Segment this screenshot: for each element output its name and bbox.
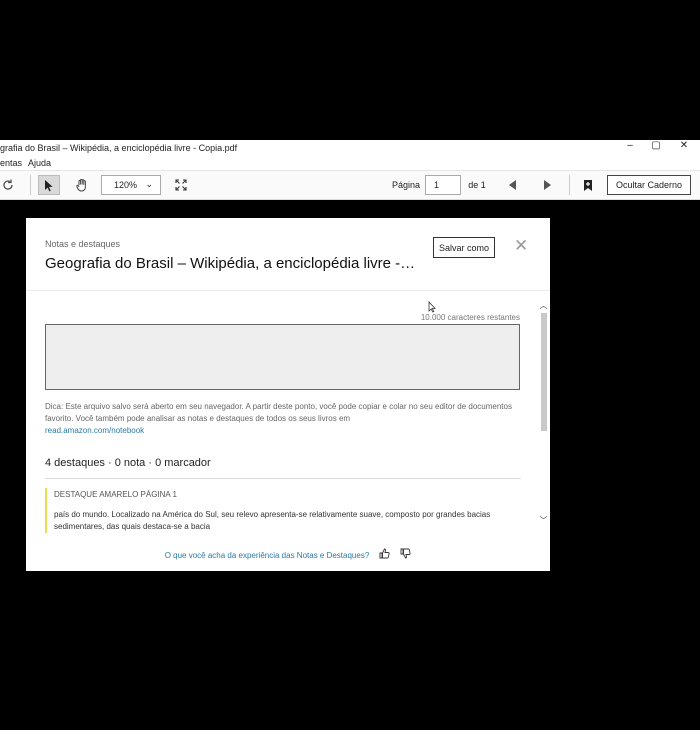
toolbar-separator	[30, 175, 31, 195]
zoom-value: 120%	[114, 180, 138, 190]
fit-to-window-button[interactable]	[171, 175, 191, 195]
bookmark-plus-icon	[584, 179, 592, 191]
mouse-cursor-icon	[428, 301, 436, 313]
select-tool-button[interactable]	[38, 175, 60, 195]
rotate-button[interactable]	[0, 175, 16, 195]
expand-icon	[175, 179, 187, 191]
highlight-label: DESTAQUE AMARELO PÁGINA 1	[54, 490, 177, 499]
panel-section-label: Notas e destaques	[45, 239, 121, 249]
notes-highlights-panel: Notas e destaques Geografia do Brasil – …	[26, 218, 550, 571]
panel-divider	[26, 290, 550, 291]
thumbs-up-icon[interactable]	[379, 548, 390, 562]
scroll-up-icon[interactable]: ︿	[539, 300, 548, 311]
toolbar: 120% ⌄ Página 1 de 1 Ocultar Caderno	[0, 170, 700, 200]
triangle-left-icon	[509, 180, 516, 190]
close-window-button[interactable]: ✕	[677, 140, 691, 151]
bookmark-button[interactable]	[579, 175, 597, 195]
page-number-input[interactable]: 1	[425, 175, 461, 195]
next-page-button[interactable]	[539, 175, 555, 195]
previous-page-button[interactable]	[505, 175, 521, 195]
cursor-arrow-icon	[45, 179, 53, 191]
page-label: Página	[391, 180, 421, 190]
title-bar: grafia do Brasil – Wikipédia, a enciclop…	[0, 140, 700, 155]
hand-icon	[75, 178, 86, 192]
notebook-link[interactable]: read.amazon.com/notebook	[45, 426, 144, 435]
tip-text: Dica: Este arquivo salvo será aberto em …	[45, 401, 515, 437]
rotate-icon	[3, 179, 13, 190]
feedback-question: O que você acha da experiência das Notas…	[164, 550, 370, 560]
pan-tool-button[interactable]	[71, 175, 93, 195]
zoom-select[interactable]: 120% ⌄	[101, 175, 161, 195]
window-title: grafia do Brasil – Wikipédia, a enciclop…	[0, 143, 238, 153]
maximize-button[interactable]: ▢	[649, 140, 663, 151]
triangle-right-icon	[544, 180, 551, 190]
note-textarea[interactable]	[45, 324, 520, 390]
highlight-color-bar	[45, 488, 47, 533]
toolbar-separator	[569, 175, 570, 195]
panel-title: Geografia do Brasil – Wikipédia, a encic…	[45, 255, 416, 272]
feedback-row: O que você acha da experiência das Notas…	[26, 548, 550, 562]
close-icon[interactable]: ✕	[514, 236, 528, 256]
menu-item-ferramentas[interactable]: entas	[0, 158, 22, 168]
page-count: de 1	[468, 180, 486, 190]
menu-bar: entas Ajuda	[0, 155, 700, 169]
scroll-down-icon[interactable]: ﹀	[539, 515, 548, 526]
characters-remaining: 10.000 caracteres restantes	[420, 313, 520, 322]
counts-divider	[45, 478, 521, 479]
thumbs-down-icon[interactable]	[400, 548, 411, 562]
tip-body: Dica: Este arquivo salvo será aberto em …	[45, 402, 512, 423]
menu-item-ajuda[interactable]: Ajuda	[28, 158, 51, 168]
scrollbar-thumb[interactable]	[541, 313, 547, 431]
chevron-down-icon: ⌄	[145, 179, 153, 189]
save-as-button[interactable]: Salvar como	[433, 237, 495, 258]
highlight-text[interactable]: país do mundo. Localizado na América do …	[54, 509, 524, 533]
highlight-counts: 4 destaques · 0 nota · 0 marcador	[45, 457, 211, 469]
hide-notebook-button[interactable]: Ocultar Caderno	[607, 175, 691, 195]
minimize-button[interactable]: –	[623, 140, 637, 151]
pdf-reader-window: grafia do Brasil – Wikipédia, a enciclop…	[0, 140, 700, 200]
